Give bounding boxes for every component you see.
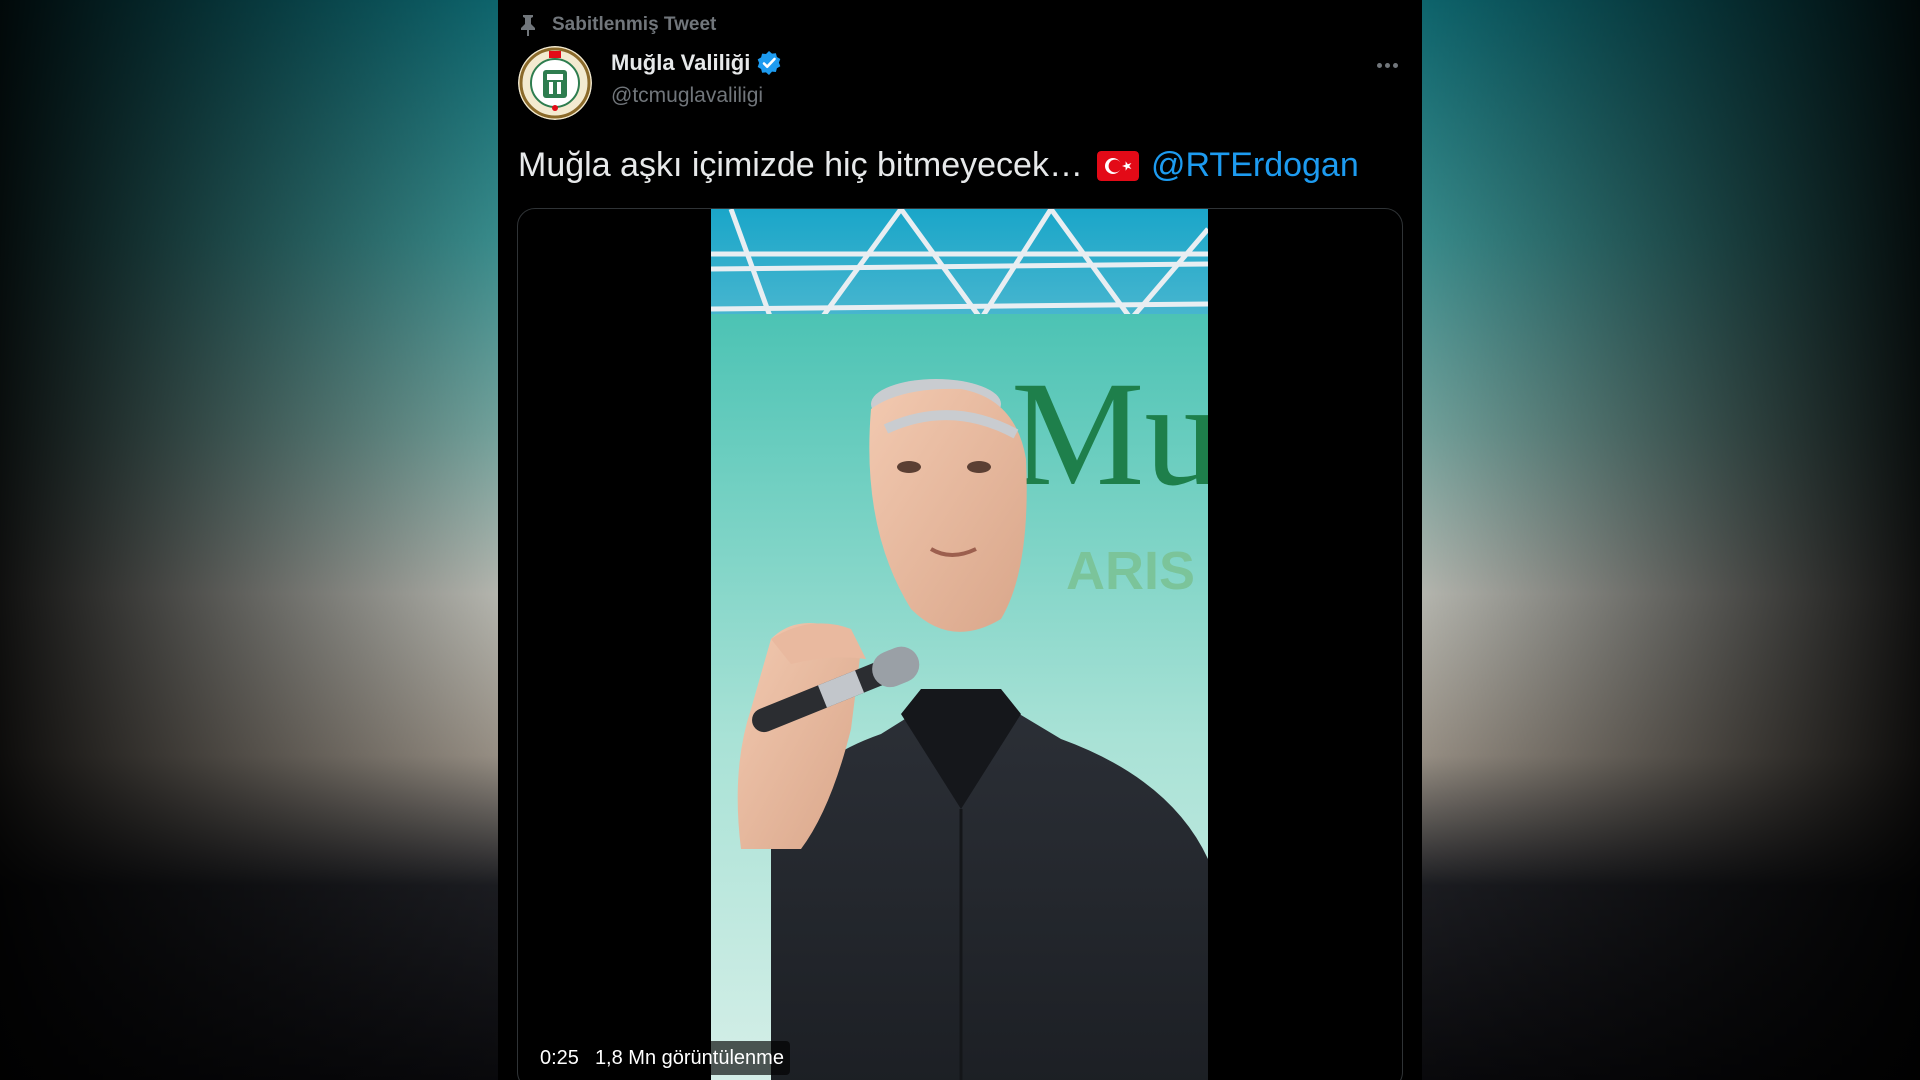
banner-text: Mu: [1011, 351, 1208, 517]
video-player[interactable]: Mu ARIS 0:25 1,8 Mn görüntülenme: [517, 208, 1403, 1080]
mention-link[interactable]: @RTErdogan: [1151, 146, 1359, 185]
video-view-count: 1,8 Mn görüntülenme: [594, 1046, 784, 1069]
pin-icon: [521, 15, 535, 36]
blurred-background-right: [1422, 0, 1920, 1080]
author-handle[interactable]: @tcmuglavaliligi: [611, 84, 763, 108]
screen: Sabitlenmiş Tweet Muğla Valiliği @tcmugl…: [0, 0, 1920, 1080]
tweet-body: Muğla aşkı içimizde hiç bitmeyecek…: [518, 146, 1083, 184]
video-thumbnail: Mu ARIS: [711, 209, 1208, 1080]
verified-badge-icon: [758, 51, 781, 75]
muğla-valiliği-logo: [518, 46, 592, 120]
video-duration: 0:25: [540, 1046, 579, 1069]
video-info-bar: 0:25 1,8 Mn görüntülenme: [534, 1041, 790, 1075]
pinned-tweet[interactable]: Sabitlenmiş Tweet Muğla Valiliği @tcmugl…: [498, 0, 1422, 1080]
more-options-icon[interactable]: [1372, 52, 1402, 78]
pinned-label: Sabitlenmiş Tweet: [552, 14, 717, 35]
blurred-background-left: [0, 0, 498, 1080]
avatar[interactable]: [518, 46, 592, 120]
turkey-flag-icon: [1096, 150, 1139, 181]
pinned-indicator: Sabitlenmiş Tweet: [518, 14, 716, 36]
author-name-row[interactable]: Muğla Valiliği: [611, 50, 782, 76]
video-frame[interactable]: Mu ARIS: [711, 209, 1208, 1080]
banner-subtext: ARIS: [1066, 541, 1195, 601]
tweet-text: Muğla aşkı içimizde hiç bitmeyecek… @RTE…: [518, 146, 1359, 185]
author-display-name[interactable]: Muğla Valiliği: [611, 50, 750, 76]
